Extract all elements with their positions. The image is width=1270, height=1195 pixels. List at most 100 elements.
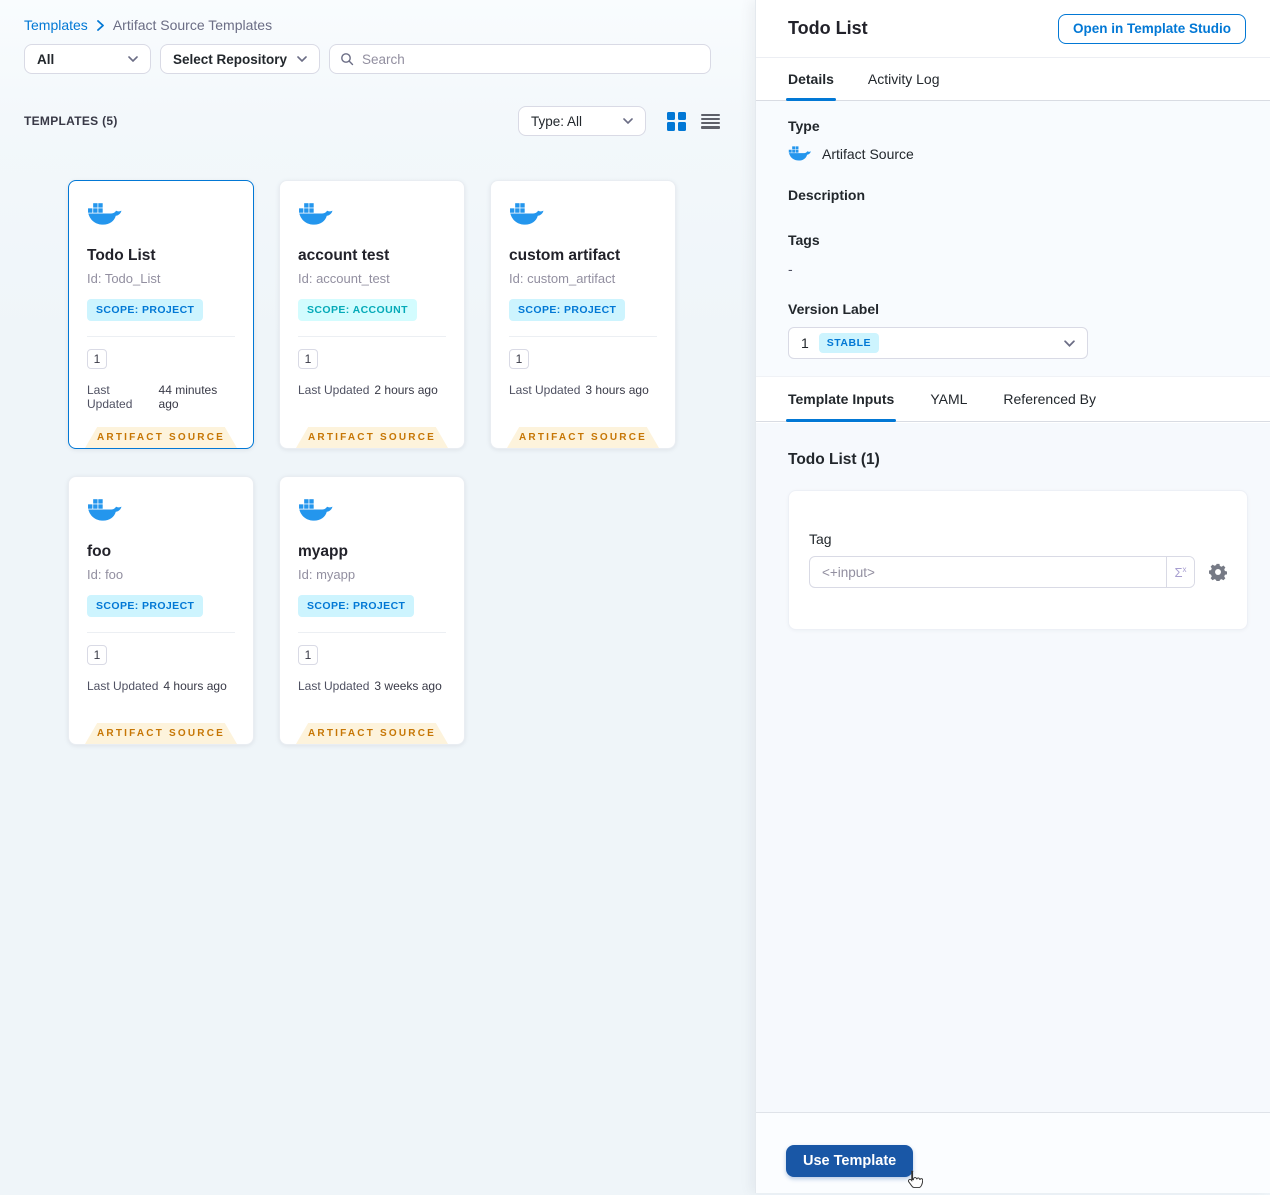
- version-value: 1: [801, 335, 809, 351]
- artifact-source-ribbon: ARTIFACT SOURCE: [507, 427, 659, 448]
- template-card-foo[interactable]: foo Id: foo SCOPE: PROJECT 1 Last Update…: [68, 476, 254, 745]
- inputs-card: Tag Σx: [788, 490, 1248, 630]
- template-title: Todo List: [87, 247, 156, 264]
- chevron-down-icon: [623, 118, 633, 124]
- chevron-down-icon: [1064, 339, 1075, 347]
- details-header: Todo List Open in Template Studio: [756, 0, 1270, 58]
- scope-badge: SCOPE: PROJECT: [509, 299, 626, 321]
- gear-icon[interactable]: [1209, 563, 1227, 581]
- template-id: Id: foo: [87, 567, 124, 582]
- inputs-heading: Todo List (1): [788, 451, 880, 468]
- expression-input-toggle[interactable]: Σx: [1166, 557, 1194, 587]
- chevron-down-icon: [297, 56, 307, 62]
- search-box: [329, 44, 711, 74]
- template-title: account test: [298, 247, 390, 264]
- use-template-button[interactable]: Use Template: [786, 1145, 914, 1177]
- artifact-source-ribbon: ARTIFACT SOURCE: [85, 723, 237, 744]
- list-view-icon[interactable]: [701, 113, 720, 130]
- repository-filter-value: Select Repository: [173, 51, 288, 67]
- templates-header-row: TEMPLATES (5) Type: All: [24, 106, 720, 136]
- search-icon: [340, 52, 354, 66]
- view-toggle: [667, 111, 720, 131]
- artifact-source-ribbon: ARTIFACT SOURCE: [85, 427, 237, 448]
- repository-filter-dropdown[interactable]: Select Repository: [160, 44, 320, 74]
- version-chip: 1: [298, 645, 318, 665]
- template-title: custom artifact: [509, 247, 621, 264]
- templates-count: TEMPLATES (5): [24, 114, 118, 128]
- last-updated: Last Updated 3 weeks ago: [298, 679, 442, 693]
- tags-value: -: [788, 261, 793, 277]
- template-card-custom-artifact[interactable]: custom artifact Id: custom_artifact SCOP…: [490, 180, 676, 449]
- artifact-source-ribbon: ARTIFACT SOURCE: [296, 427, 448, 448]
- tag-input-row: Σx: [809, 556, 1227, 588]
- template-id: Id: Todo_List: [87, 271, 161, 286]
- version-select[interactable]: 1 STABLE: [788, 327, 1088, 359]
- breadcrumb: Templates Artifact Source Templates: [24, 17, 272, 33]
- tag-input[interactable]: [810, 557, 1166, 587]
- type-filter-dropdown[interactable]: Type: All: [518, 106, 646, 136]
- grid-view-icon[interactable]: [667, 111, 686, 131]
- templates-grid: Todo List Id: Todo_List SCOPE: PROJECT 1…: [68, 180, 676, 745]
- docker-icon: [298, 201, 334, 227]
- scope-filter-dropdown[interactable]: All: [24, 44, 151, 74]
- divider: [87, 632, 235, 633]
- tab-template-inputs[interactable]: Template Inputs: [785, 377, 897, 422]
- open-in-template-studio-button[interactable]: Open in Template Studio: [1057, 13, 1246, 44]
- details-content: Type Artifact Source Description Tags - …: [756, 101, 1270, 376]
- template-title: foo: [87, 543, 112, 560]
- divider: [87, 336, 235, 337]
- docker-icon: [87, 201, 123, 227]
- chevron-down-icon: [128, 56, 138, 62]
- breadcrumb-current: Artifact Source Templates: [112, 17, 273, 33]
- stable-badge: STABLE: [818, 333, 880, 353]
- type-value: Artifact Source: [822, 145, 914, 162]
- template-card-myapp[interactable]: myapp Id: myapp SCOPE: PROJECT 1 Last Up…: [279, 476, 465, 745]
- details-tabs: Details Activity Log: [756, 58, 1270, 101]
- last-updated: Last Updated 3 hours ago: [509, 383, 649, 397]
- docker-icon: [509, 201, 545, 227]
- version-label: Version Label: [788, 301, 880, 317]
- divider: [298, 336, 446, 337]
- version-chip: 1: [509, 349, 529, 369]
- last-updated: Last Updated 44 minutes ago: [87, 383, 218, 411]
- version-chip: 1: [87, 349, 107, 369]
- last-updated: Last Updated 4 hours ago: [87, 679, 227, 693]
- inner-tabs: Template Inputs YAML Referenced By: [756, 376, 1270, 422]
- docker-icon: [87, 497, 123, 523]
- breadcrumb-templates-link[interactable]: Templates: [24, 17, 88, 33]
- template-inputs-content: Todo List (1) Tag Σx: [756, 423, 1270, 1112]
- type-filter-value: Type: All: [531, 113, 583, 129]
- tab-activity-log[interactable]: Activity Log: [868, 58, 940, 100]
- docker-icon: [788, 145, 812, 162]
- scope-badge: SCOPE: PROJECT: [87, 595, 204, 617]
- type-value-row: Artifact Source: [788, 145, 1238, 162]
- description-label: Description: [788, 187, 866, 203]
- template-card-account-test[interactable]: account test Id: account_test SCOPE: ACC…: [279, 180, 465, 449]
- template-id: Id: custom_artifact: [509, 271, 616, 286]
- template-card-todo-list[interactable]: Todo List Id: Todo_List SCOPE: PROJECT 1…: [68, 180, 254, 449]
- templates-list-panel: Templates Artifact Source Templates All …: [0, 0, 755, 1193]
- tab-yaml[interactable]: YAML: [930, 377, 967, 421]
- artifact-source-ribbon: ARTIFACT SOURCE: [296, 723, 448, 744]
- scope-badge: SCOPE: PROJECT: [298, 595, 415, 617]
- tag-input-wrap: Σx: [809, 556, 1195, 588]
- search-input[interactable]: [362, 51, 700, 67]
- tag-label: Tag: [809, 531, 832, 547]
- template-id: Id: myapp: [298, 567, 356, 582]
- template-details-panel: Todo List Open in Template Studio Detail…: [755, 0, 1270, 1193]
- template-id: Id: account_test: [298, 271, 390, 286]
- version-chip: 1: [298, 349, 318, 369]
- divider: [509, 336, 657, 337]
- panel-title: Todo List: [788, 18, 868, 38]
- template-title: myapp: [298, 543, 348, 560]
- last-updated: Last Updated 2 hours ago: [298, 383, 438, 397]
- scope-filter-value: All: [37, 51, 55, 67]
- tab-referenced-by[interactable]: Referenced By: [1003, 377, 1096, 421]
- details-footer: Use Template: [756, 1112, 1270, 1193]
- scope-badge: SCOPE: ACCOUNT: [298, 299, 417, 321]
- tab-details[interactable]: Details: [786, 58, 836, 101]
- filter-row: All Select Repository: [24, 44, 711, 74]
- type-label: Type: [788, 118, 820, 134]
- chevron-right-icon: [96, 19, 104, 31]
- tags-label: Tags: [788, 232, 820, 248]
